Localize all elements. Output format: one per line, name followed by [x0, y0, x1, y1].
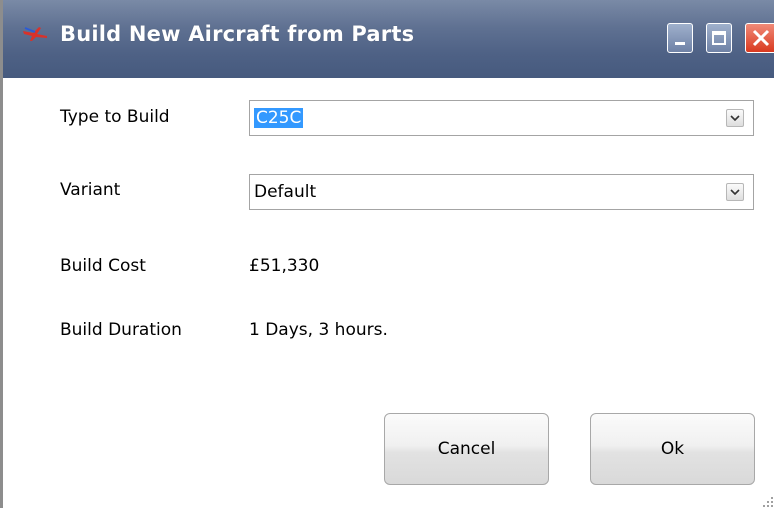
- build-duration-label: Build Duration: [60, 320, 182, 340]
- close-button[interactable]: [745, 23, 774, 53]
- type-to-build-select[interactable]: C25C: [249, 100, 754, 136]
- build-cost-label: Build Cost: [60, 256, 146, 276]
- type-to-build-value: C25C: [254, 108, 304, 128]
- chevron-down-icon: [730, 115, 740, 121]
- maximize-button[interactable]: [706, 23, 732, 53]
- type-dropdown-button[interactable]: [726, 109, 744, 127]
- variant-select[interactable]: Default: [249, 174, 754, 210]
- build-aircraft-dialog: Build New Aircraft from Parts Type to Bu…: [0, 0, 774, 508]
- window-title: Build New Aircraft from Parts: [60, 22, 415, 46]
- chevron-down-icon: [730, 189, 740, 195]
- variant-dropdown-button[interactable]: [726, 183, 744, 201]
- minimize-button[interactable]: [667, 23, 693, 53]
- close-icon: [752, 29, 770, 47]
- aircraft-icon: [21, 24, 49, 44]
- variant-label: Variant: [60, 180, 121, 200]
- type-to-build-label: Type to Build: [60, 107, 170, 127]
- resize-grip-icon[interactable]: [763, 494, 774, 507]
- maximize-icon: [712, 31, 726, 45]
- minimize-icon: [675, 42, 685, 45]
- cancel-button[interactable]: Cancel: [384, 413, 549, 485]
- build-duration-value: 1 Days, 3 hours.: [249, 320, 388, 340]
- variant-value: Default: [254, 182, 317, 202]
- build-cost-value: £51,330: [249, 256, 320, 276]
- ok-button[interactable]: Ok: [590, 413, 755, 485]
- title-bar[interactable]: Build New Aircraft from Parts: [3, 0, 774, 78]
